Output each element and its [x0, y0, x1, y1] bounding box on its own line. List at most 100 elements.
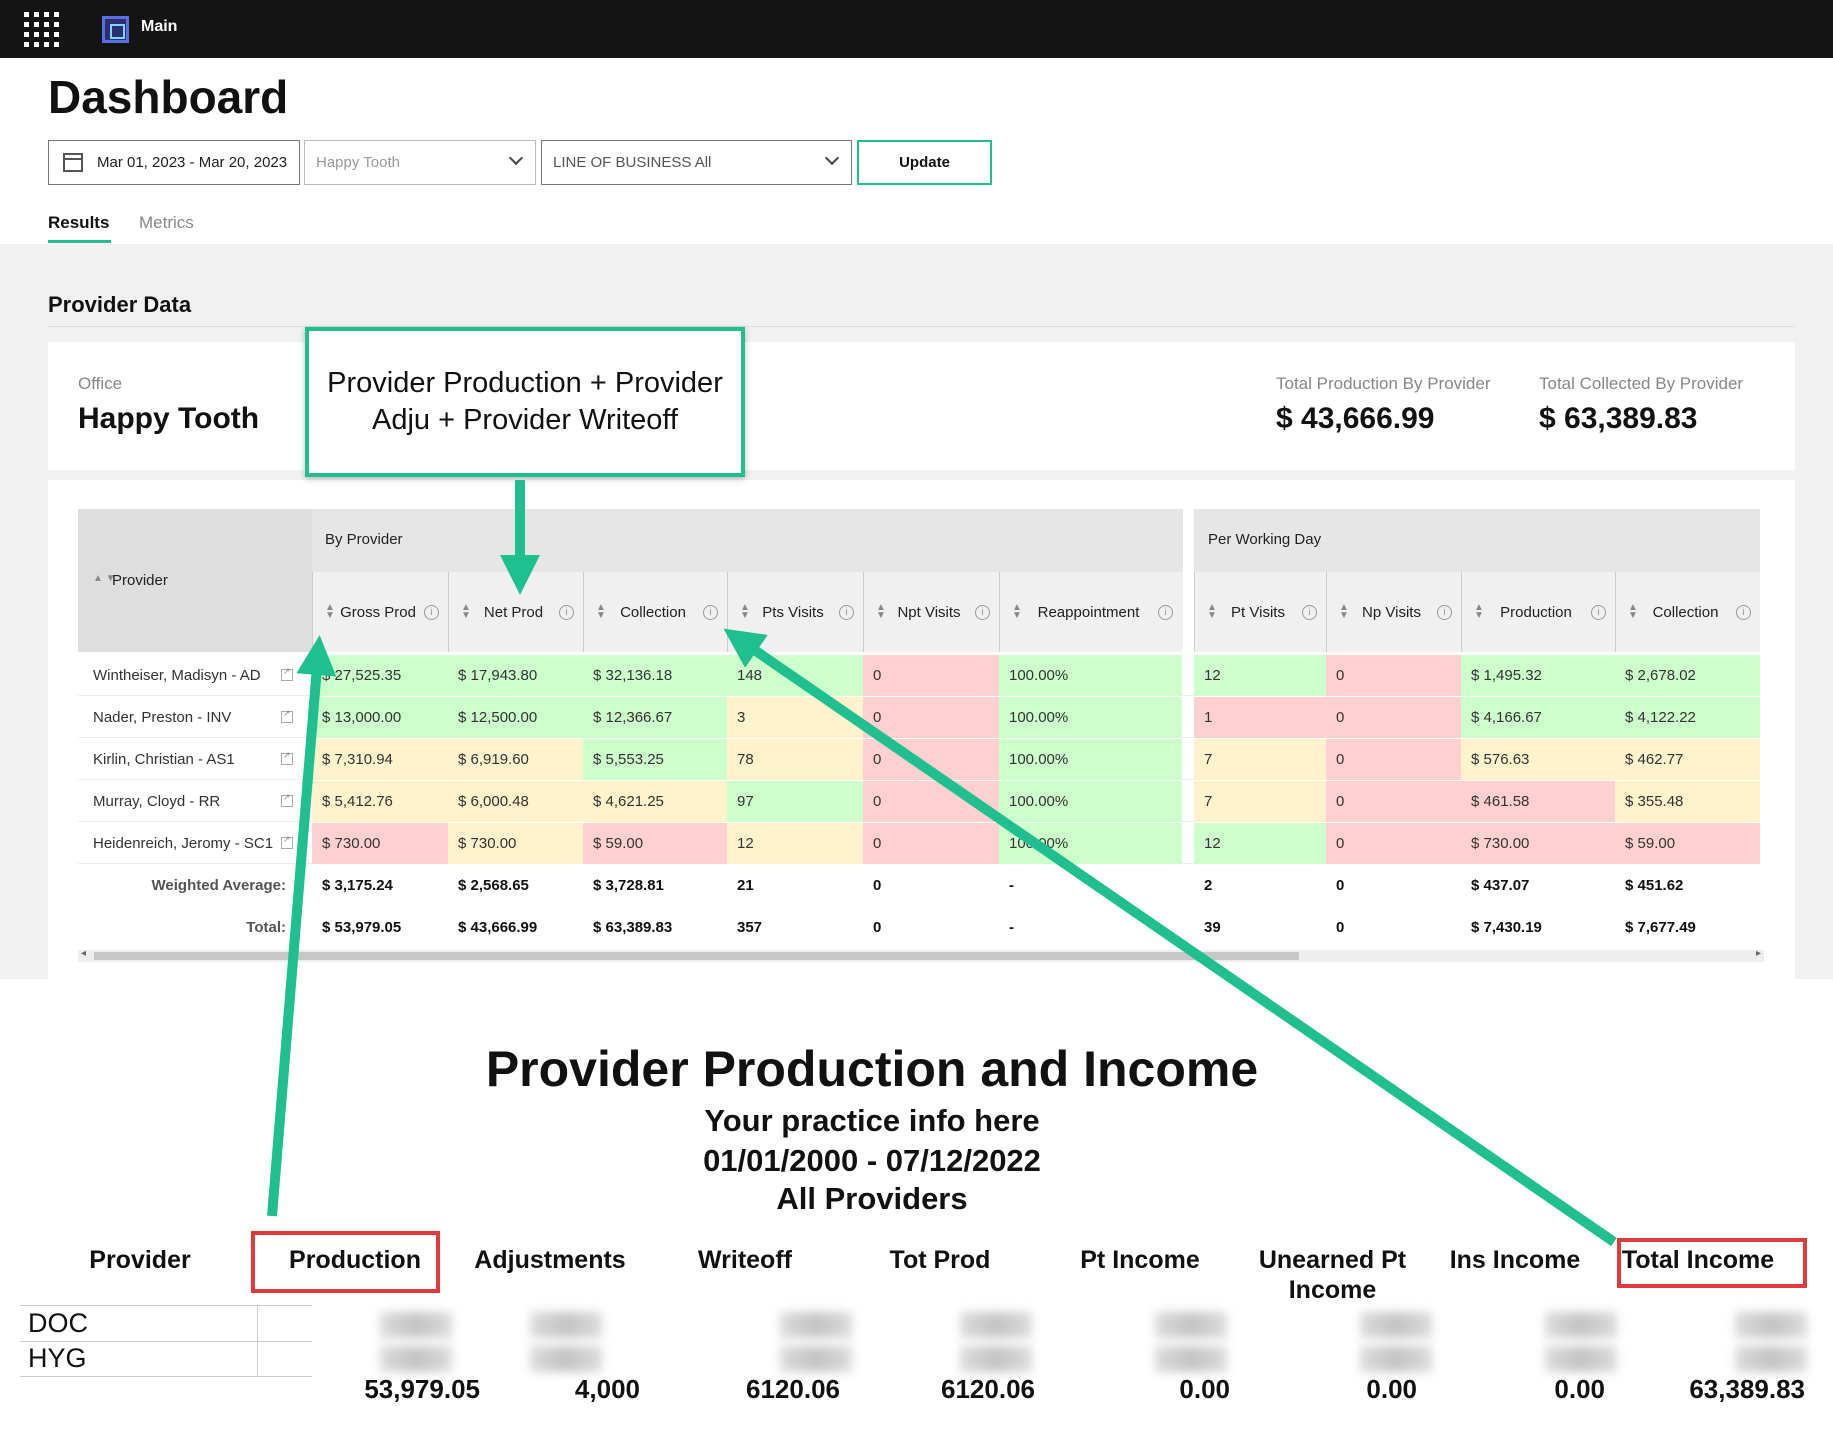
apps-grid-icon[interactable]: [24, 12, 60, 47]
column-header-7[interactable]: Pt Visits: [1218, 572, 1298, 652]
office-label: Office: [78, 374, 123, 393]
open-provider-icon[interactable]: [281, 750, 293, 765]
column-divider: [727, 572, 728, 652]
chevron-down-icon: [508, 150, 524, 166]
table-cell: $ 2,678.02: [1615, 655, 1760, 696]
column-divider: [1326, 572, 1327, 652]
tab-results[interactable]: Results: [48, 213, 109, 233]
sort-icon[interactable]: ▲ ▼: [596, 603, 606, 621]
column-header-9[interactable]: Production: [1485, 572, 1587, 652]
grid-dot: [54, 22, 59, 27]
info-icon[interactable]: i: [424, 605, 439, 620]
open-provider-icon[interactable]: [281, 666, 293, 681]
production-highlight-box: [251, 1231, 440, 1293]
info-icon[interactable]: i: [839, 605, 854, 620]
line-of-business-select[interactable]: LINE OF BUSINESS All: [541, 140, 852, 185]
open-provider-icon[interactable]: [281, 834, 293, 849]
column-divider: [1194, 572, 1195, 652]
tab-metrics[interactable]: Metrics: [139, 213, 194, 233]
provider-name[interactable]: Nader, Preston - INV: [93, 697, 231, 738]
sort-icon[interactable]: ▲ ▼: [1474, 603, 1484, 621]
table-cell: 0: [1326, 655, 1461, 696]
top-bar: Main: [0, 0, 1833, 58]
info-icon[interactable]: i: [559, 605, 574, 620]
column-header-6[interactable]: Reappointment: [1023, 572, 1154, 652]
table-cell: $ 13,000.00: [312, 697, 448, 738]
info-icon[interactable]: i: [1736, 605, 1751, 620]
office-select[interactable]: Happy Tooth: [304, 140, 536, 185]
sort-icon[interactable]: ▲ ▼: [740, 603, 750, 621]
column-divider: [1615, 572, 1616, 652]
column-header-8[interactable]: Np Visits: [1350, 572, 1433, 652]
date-range-picker[interactable]: Mar 01, 2023 - Mar 20, 2023: [48, 140, 300, 185]
info-icon[interactable]: i: [1591, 605, 1606, 620]
weighted-average-cell: -: [1009, 877, 1014, 894]
sort-icon[interactable]: ▲ ▼: [876, 603, 886, 621]
horizontal-scrollbar[interactable]: ◂ ▸: [78, 948, 1764, 962]
info-icon[interactable]: i: [1302, 605, 1317, 620]
sort-icon[interactable]: ▲ ▼: [1207, 603, 1217, 621]
total-cell: $ 7,677.49: [1625, 919, 1696, 936]
total-income-highlight-box: [1617, 1238, 1807, 1288]
sort-icon[interactable]: ▲ ▼: [1339, 603, 1349, 621]
grid-dot: [34, 42, 39, 47]
report-total-value: 0.00: [1554, 1374, 1605, 1404]
blurred-value: [780, 1312, 852, 1338]
column-header-3[interactable]: Collection: [607, 572, 699, 652]
scroll-left-icon[interactable]: ◂: [81, 948, 86, 959]
table-cell: $ 6,919.60: [448, 739, 583, 780]
scroll-thumb[interactable]: [94, 952, 1299, 960]
table-cell: 7: [1194, 739, 1326, 780]
provider-name[interactable]: Kirlin, Christian - AS1: [93, 739, 235, 780]
sort-icon[interactable]: ▲ ▼: [325, 603, 335, 621]
provider-column-header[interactable]: Provider: [112, 572, 168, 589]
update-button[interactable]: Update: [857, 140, 992, 185]
total-production-value: $ 43,666.99: [1276, 402, 1435, 435]
sort-icon[interactable]: ▲ ▼: [1012, 603, 1022, 621]
report-total-value: 6120.06: [941, 1374, 1035, 1404]
app-logo-icon: [102, 16, 129, 43]
blurred-value: [1735, 1312, 1807, 1338]
column-header-4[interactable]: Pts Visits: [751, 572, 835, 652]
total-collected-label: Total Collected By Provider: [1539, 374, 1744, 393]
table-cell: $ 4,166.67: [1461, 697, 1615, 738]
blurred-value: [530, 1312, 602, 1338]
open-provider-icon[interactable]: [281, 792, 293, 807]
table-cell: $ 5,553.25: [583, 739, 727, 780]
total-cell: 39: [1204, 919, 1221, 936]
provider-name[interactable]: Murray, Cloyd - RR: [93, 781, 220, 822]
grid-dot: [34, 22, 39, 27]
provider-name[interactable]: Heidenreich, Jeromy - SC1: [93, 823, 273, 864]
report-column-header: Tot Prod: [889, 1246, 991, 1274]
info-icon[interactable]: i: [975, 605, 990, 620]
table-cell: 12: [1194, 655, 1326, 696]
info-icon[interactable]: i: [1158, 605, 1173, 620]
info-icon[interactable]: i: [1437, 605, 1452, 620]
scroll-right-icon[interactable]: ▸: [1756, 948, 1761, 959]
total-collected-value: $ 63,389.83: [1539, 402, 1698, 435]
column-header-1[interactable]: Gross Prod: [336, 572, 420, 652]
provider-name[interactable]: Wintheiser, Madisyn - AD: [93, 655, 261, 696]
weighted-average-cell: $ 451.62: [1625, 877, 1684, 894]
table-cell: 0: [863, 823, 999, 864]
grid-dot: [54, 12, 59, 17]
info-icon[interactable]: i: [703, 605, 718, 620]
line-of-business-value: LINE OF BUSINESS All: [553, 154, 712, 171]
blurred-value: [960, 1312, 1032, 1338]
table-cell: $ 27,525.35: [312, 655, 448, 696]
table-cell: 3: [727, 697, 863, 738]
column-divider: [1461, 572, 1462, 652]
table-cell: $ 730.00: [312, 823, 448, 864]
app-name[interactable]: Main: [141, 18, 177, 36]
column-header-5[interactable]: Npt Visits: [887, 572, 971, 652]
weighted-average-cell: 2: [1204, 877, 1213, 894]
office-value: Happy Tooth: [78, 402, 260, 435]
table-cell: 97: [727, 781, 863, 822]
sort-icon[interactable]: ▲ ▼: [1628, 603, 1638, 621]
report-column-header: Ins Income: [1449, 1246, 1581, 1274]
open-provider-icon[interactable]: [281, 708, 293, 723]
column-header-10[interactable]: Collection: [1639, 572, 1732, 652]
column-header-2[interactable]: Net Prod: [472, 572, 555, 652]
sort-icon[interactable]: ▲ ▼: [461, 603, 471, 621]
page-title: Dashboard: [48, 71, 289, 123]
